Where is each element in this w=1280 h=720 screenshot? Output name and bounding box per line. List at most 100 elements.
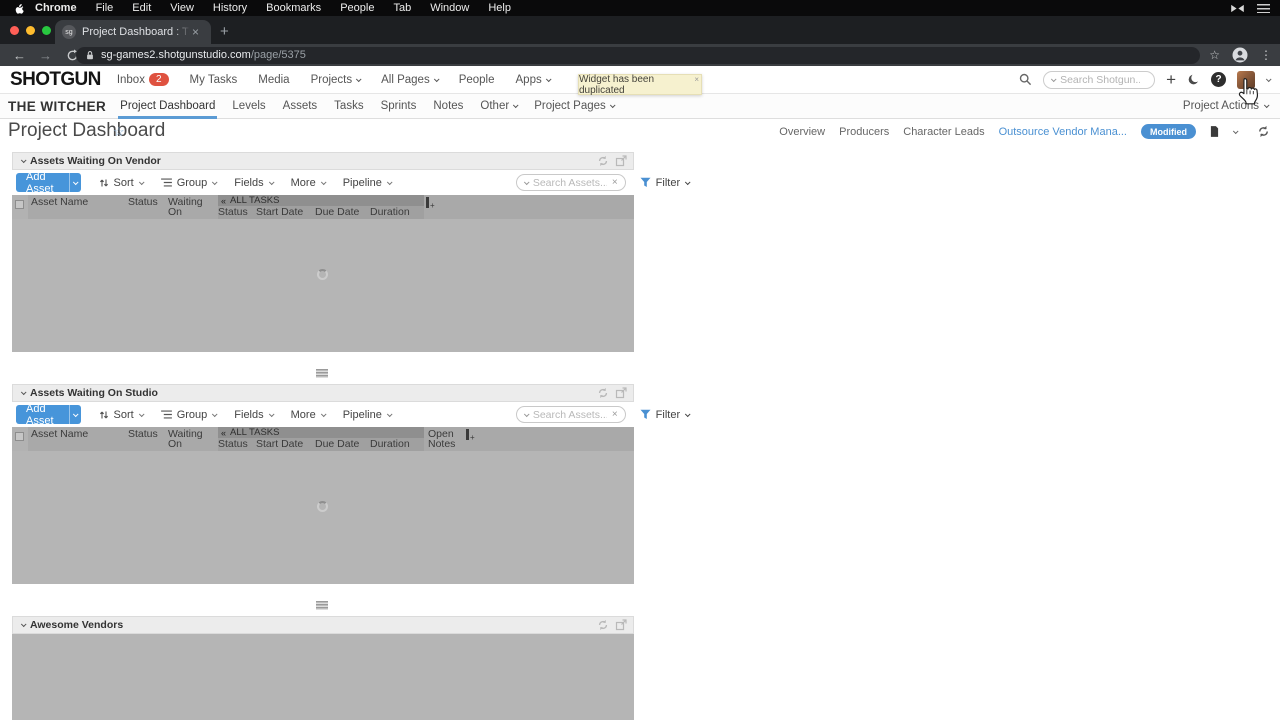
bookmark-star-icon[interactable]: ☆ [1209, 48, 1220, 62]
menubar-item-people[interactable]: People [340, 2, 374, 14]
tab-tasks[interactable]: Tasks [334, 94, 363, 119]
add-column-icon[interactable]: + [466, 429, 475, 442]
fields-menu[interactable]: Fields [234, 177, 275, 189]
more-menu[interactable]: More [291, 409, 327, 421]
more-menu[interactable]: More [291, 177, 327, 189]
menubar-item-bookmarks[interactable]: Bookmarks [266, 2, 321, 14]
widget-refresh-icon[interactable] [597, 155, 609, 167]
widget-refresh-icon[interactable] [597, 387, 609, 399]
tab-project-pages[interactable]: Project Pages [534, 94, 616, 119]
search-assets-input[interactable] [532, 176, 607, 189]
group-menu[interactable]: Group [160, 409, 218, 421]
clear-search-icon[interactable]: × [612, 177, 618, 188]
collapse-columns-icon[interactable]: « [221, 196, 226, 206]
column-asset-name[interactable]: Asset Name [31, 429, 88, 440]
add-column-icon[interactable]: + [426, 197, 435, 210]
collapse-chevron-icon[interactable] [20, 621, 27, 628]
menubar-item-window[interactable]: Window [430, 2, 469, 14]
pipeline-menu[interactable]: Pipeline [343, 177, 393, 189]
menubar-item-view[interactable]: View [170, 2, 194, 14]
column-task-status[interactable]: Status [218, 206, 256, 219]
column-duration[interactable]: Duration [370, 206, 423, 219]
night-mode-icon[interactable] [1187, 73, 1200, 86]
column-status[interactable]: Status [128, 197, 158, 208]
nav-projects[interactable]: Projects [311, 74, 362, 86]
minimize-window-button[interactable] [26, 26, 35, 35]
widget-refresh-icon[interactable] [597, 619, 609, 631]
widget-popout-icon[interactable] [615, 155, 627, 167]
add-asset-button[interactable]: Add Asset [16, 403, 81, 427]
widget-resize-grip[interactable] [316, 601, 328, 610]
tab-other[interactable]: Other [480, 94, 519, 119]
group-menu[interactable]: Group [160, 177, 218, 189]
menubar-item-chrome[interactable]: Chrome [35, 2, 77, 14]
close-window-button[interactable] [10, 26, 19, 35]
column-duration[interactable]: Duration [370, 438, 423, 451]
page-refresh-icon[interactable] [1257, 125, 1270, 138]
nav-inbox[interactable]: Inbox 2 [117, 73, 169, 86]
account-chevron-icon[interactable] [1265, 75, 1272, 82]
collapse-chevron-icon[interactable] [20, 157, 27, 164]
tab-assets[interactable]: Assets [283, 94, 318, 119]
help-button[interactable]: ? [1211, 72, 1226, 87]
back-button[interactable]: ← [13, 48, 26, 63]
shotgun-logo[interactable]: SHOTGUN [10, 69, 101, 91]
column-task-status[interactable]: Status [218, 438, 256, 451]
tab-sprints[interactable]: Sprints [381, 94, 417, 119]
widget-header[interactable]: Assets Waiting On Vendor [12, 152, 634, 170]
tab-project-dashboard[interactable]: Project Dashboard [118, 94, 218, 119]
new-tab-button[interactable]: + [220, 23, 229, 40]
nav-my-tasks[interactable]: My Tasks [190, 74, 238, 86]
widget-resize-grip[interactable] [316, 369, 328, 378]
sort-menu[interactable]: Sort [99, 177, 145, 189]
menubar-item-tab[interactable]: Tab [393, 2, 411, 14]
close-icon[interactable]: × [694, 75, 699, 84]
tab-levels[interactable]: Levels [232, 94, 265, 119]
add-asset-dropdown[interactable] [68, 173, 81, 192]
page-link-overview[interactable]: Overview [779, 126, 825, 138]
all-tasks-group-header[interactable]: « ALL TASKS [218, 427, 424, 438]
search-icon[interactable] [1019, 73, 1032, 86]
menubar-item-edit[interactable]: Edit [132, 2, 151, 14]
page-document-icon[interactable] [1210, 126, 1219, 137]
menubar-item-history[interactable]: History [213, 2, 247, 14]
nav-all-pages[interactable]: All Pages [381, 74, 440, 86]
nav-media[interactable]: Media [258, 74, 289, 86]
search-assets-box[interactable]: × [515, 406, 626, 423]
column-waiting-on[interactable]: Waiting On [168, 197, 210, 218]
tab-notes[interactable]: Notes [433, 94, 463, 119]
collapse-chevron-icon[interactable] [20, 389, 27, 396]
page-menu-chevron-icon[interactable] [1232, 127, 1239, 134]
column-due-date[interactable]: Due Date [315, 206, 370, 219]
widget-popout-icon[interactable] [615, 619, 627, 631]
column-asset-name[interactable]: Asset Name [31, 197, 88, 208]
apple-icon[interactable] [14, 2, 25, 15]
column-start-date[interactable]: Start Date [256, 438, 315, 451]
clear-search-icon[interactable]: × [612, 409, 618, 420]
nav-people[interactable]: People [459, 74, 495, 86]
address-bar[interactable]: sg-games2.shotgunstudio.com /page/5375 [76, 46, 1200, 64]
page-link-outsource-vendor[interactable]: Outsource Vendor Mana... [999, 126, 1127, 138]
global-search-box[interactable] [1043, 70, 1156, 89]
widget-popout-icon[interactable] [615, 387, 627, 399]
menubar-item-help[interactable]: Help [488, 2, 511, 14]
column-start-date[interactable]: Start Date [256, 206, 315, 219]
nav-apps[interactable]: Apps [516, 74, 552, 86]
search-assets-input[interactable] [532, 408, 607, 421]
column-status[interactable]: Status [128, 429, 158, 440]
page-link-character-leads[interactable]: Character Leads [903, 126, 984, 138]
sort-menu[interactable]: Sort [99, 409, 145, 421]
select-all-checkbox[interactable] [15, 432, 24, 441]
filter-menu[interactable]: Filter [640, 177, 691, 189]
pipeline-menu[interactable]: Pipeline [343, 409, 393, 421]
global-search-input[interactable] [1060, 73, 1141, 86]
browser-menu-icon[interactable]: ⋮ [1260, 48, 1272, 62]
search-assets-box[interactable]: × [515, 174, 626, 191]
column-due-date[interactable]: Due Date [315, 438, 370, 451]
all-tasks-group-header[interactable]: « ALL TASKS [218, 195, 424, 206]
fields-menu[interactable]: Fields [234, 409, 275, 421]
menubar-extras-icon[interactable] [1230, 4, 1245, 13]
menubar-item-file[interactable]: File [96, 2, 114, 14]
add-asset-button[interactable]: Add Asset [16, 171, 81, 195]
forward-button[interactable]: → [39, 48, 52, 63]
